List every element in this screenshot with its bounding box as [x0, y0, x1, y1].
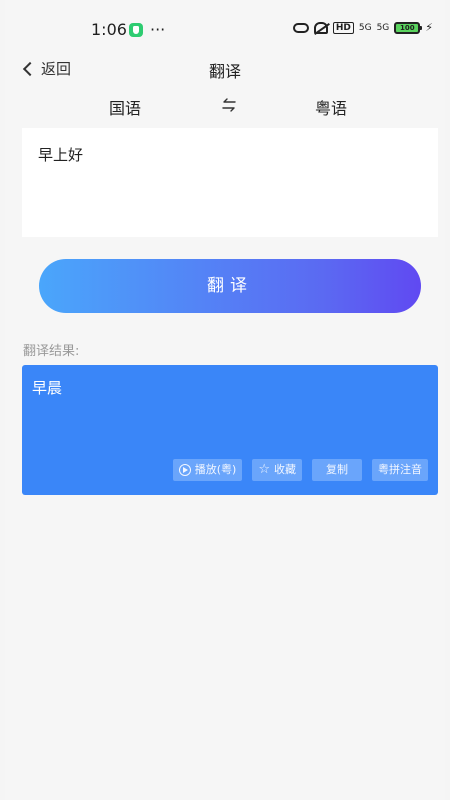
battery-icon: 100 — [394, 21, 423, 34]
play-icon — [178, 464, 191, 476]
source-text: 早上好 — [38, 146, 84, 164]
charging-icon: ⚡ — [425, 21, 433, 34]
swap-icon[interactable] — [220, 97, 238, 113]
copy-label: 复制 — [326, 463, 348, 476]
favorite-button[interactable]: ☆ 收藏 — [252, 459, 302, 481]
pinyin-button[interactable]: 粤拼注音 — [372, 459, 428, 481]
mute-icon — [313, 21, 328, 34]
target-language[interactable]: 粤语 — [315, 95, 347, 119]
link-icon — [292, 22, 309, 33]
more-notifications-icon: ··· — [150, 20, 166, 39]
play-label: 播放(粤) — [194, 463, 237, 476]
result-actions: 播放(粤) ☆ 收藏 复制 粤拼注音 — [172, 459, 428, 481]
play-button[interactable]: 播放(粤) — [172, 459, 243, 481]
hd-icon: HD — [332, 21, 354, 34]
page-title: 翻译 — [208, 62, 241, 81]
nav-bar: 返回 翻译 — [5, 56, 445, 82]
signal-icon-1: 5G — [358, 22, 372, 33]
language-selector: 国语 粤语 — [5, 94, 445, 120]
app-screen: 1:06 ··· HD 5G 5G 100 ⚡ 返回 翻译 国语 粤语 早上好 — [5, 0, 445, 800]
result-card: 早晨 播放(粤) ☆ 收藏 复制 粤拼注音 — [22, 365, 438, 495]
result-text: 早晨 — [32, 379, 63, 397]
status-time: 1:06 — [91, 20, 127, 39]
signal-icon-2: 5G — [376, 22, 390, 33]
status-bar: 1:06 ··· HD 5G 5G 100 ⚡ — [5, 18, 445, 44]
pinyin-label: 粤拼注音 — [378, 463, 422, 476]
favorite-label: 收藏 — [274, 463, 296, 476]
translate-button[interactable]: 翻译 — [39, 259, 421, 313]
star-icon: ☆ — [258, 462, 270, 477]
result-label: 翻译结果: — [23, 344, 80, 359]
shield-icon — [129, 23, 143, 37]
status-icons: HD 5G 5G 100 ⚡ — [292, 21, 433, 34]
source-text-input[interactable]: 早上好 — [22, 128, 438, 237]
source-language[interactable]: 国语 — [109, 95, 141, 119]
copy-button[interactable]: 复制 — [312, 459, 362, 481]
